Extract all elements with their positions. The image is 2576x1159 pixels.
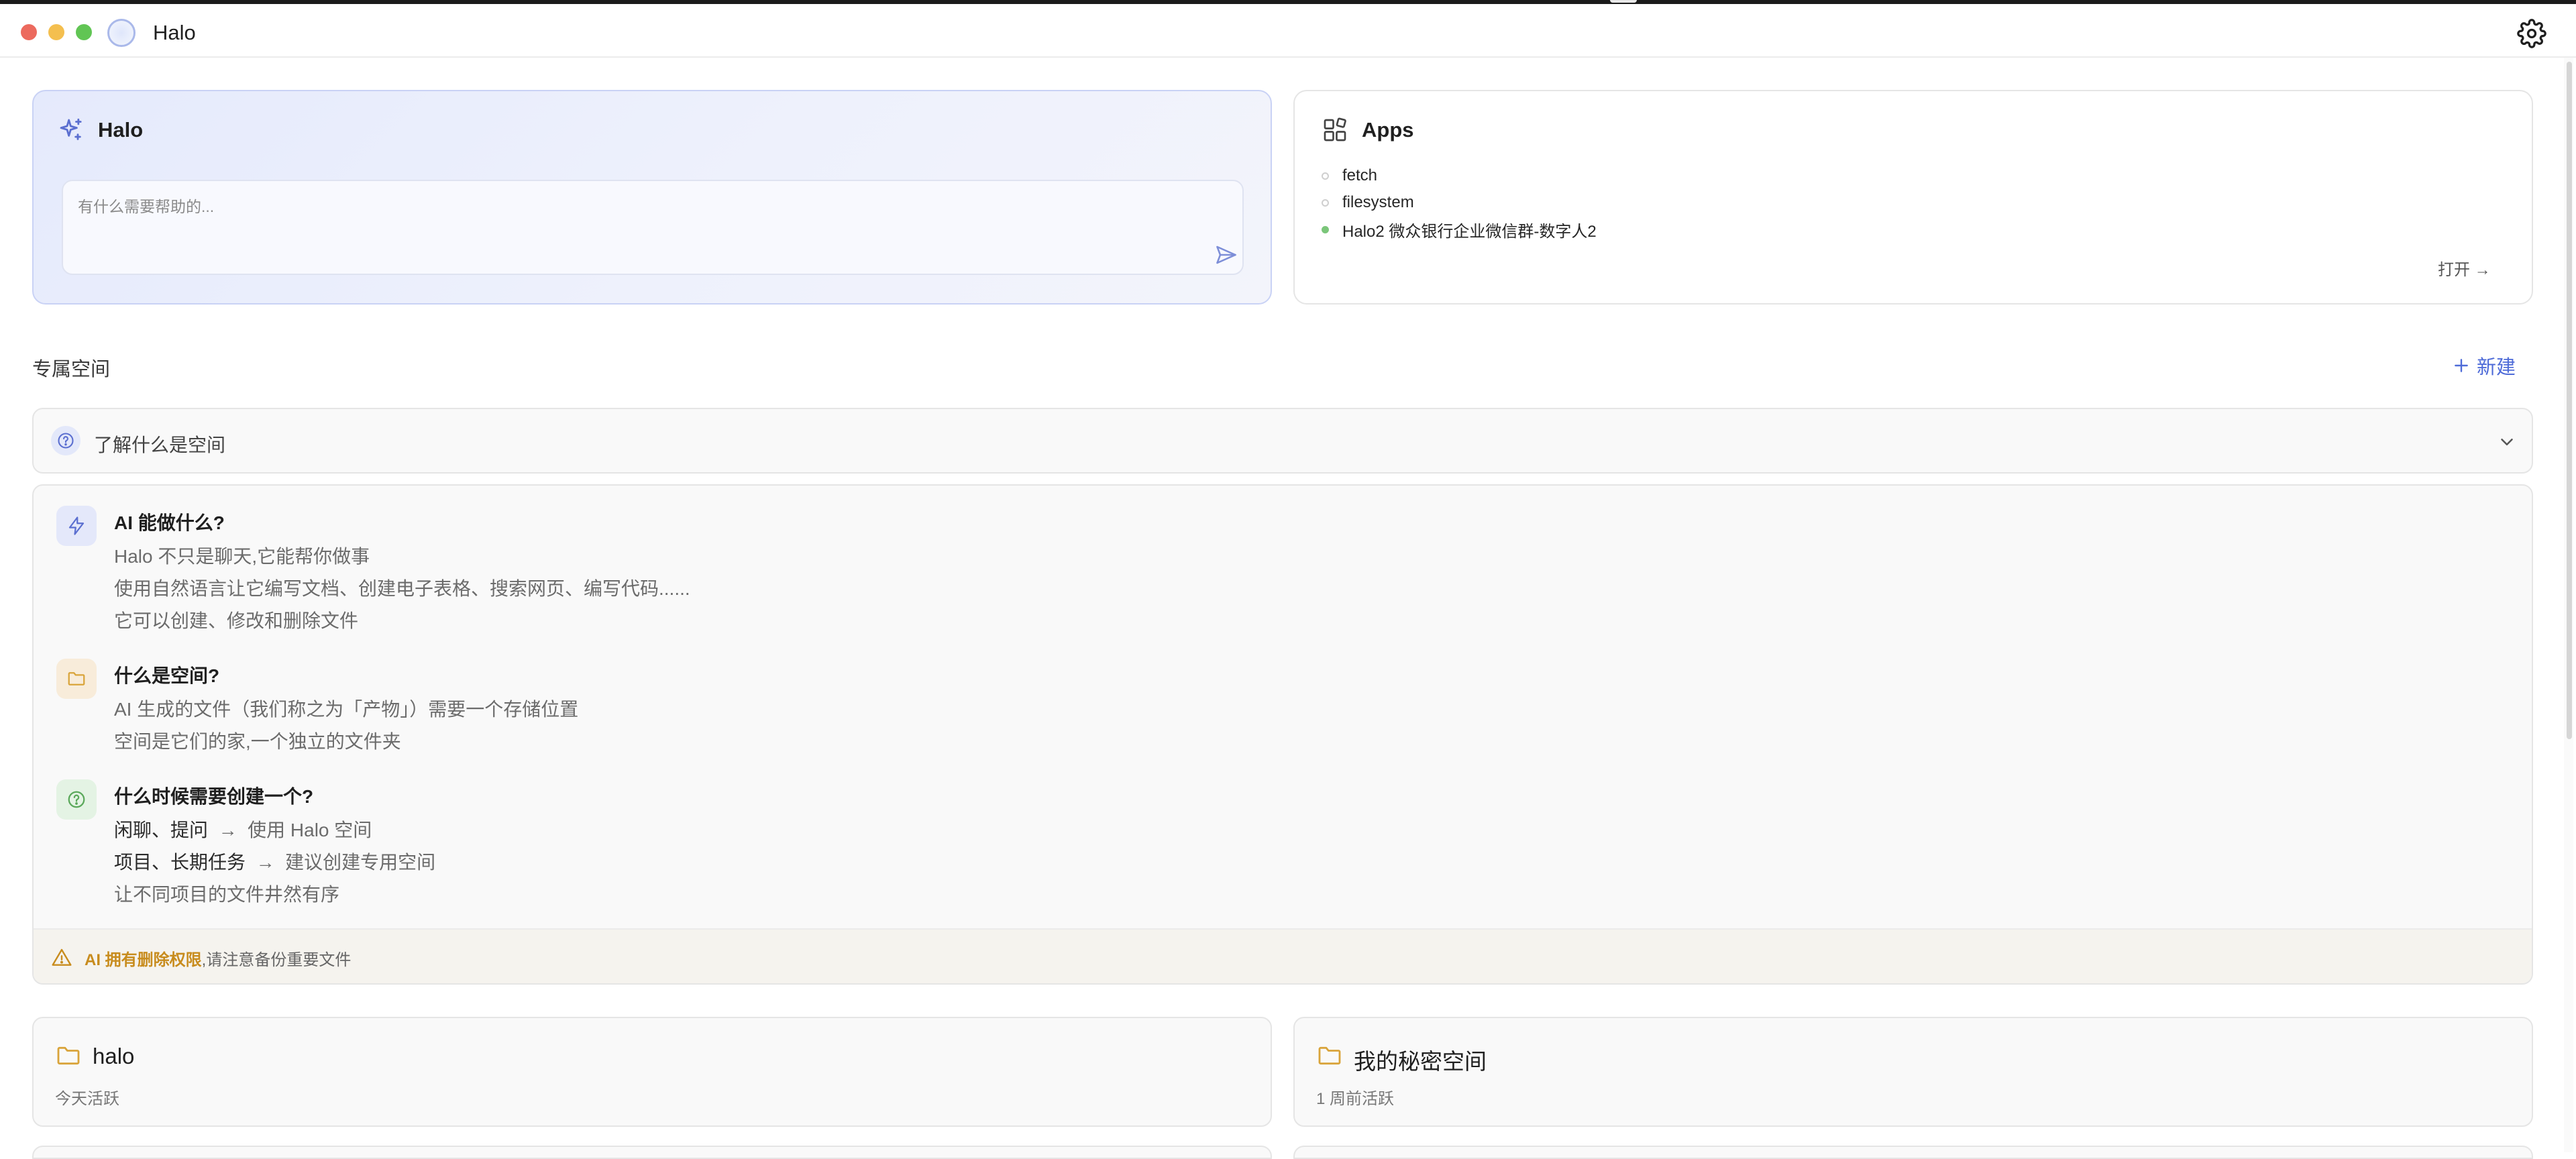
apps-card: Apps fetch filesystem Halo2 微众银行企业微信群-数字… — [1293, 90, 2533, 305]
send-icon[interactable] — [1214, 243, 1238, 267]
warning-triangle-icon — [52, 948, 72, 966]
info-title: 什么是空间? — [114, 665, 220, 686]
space-card-partial[interactable] — [32, 1146, 1272, 1159]
status-dot-active — [1322, 225, 1329, 233]
scrollbar-thumb[interactable] — [2567, 62, 2572, 739]
help-circle-icon — [51, 426, 80, 455]
info-line: 项目、长期任务 → 建议创建专用空间 — [114, 848, 435, 875]
app-item-halo2[interactable]: Halo2 微众银行企业微信群-数字人2 — [1322, 216, 1597, 243]
warning-strong-text: AI 拥有删除权限 — [85, 950, 202, 969]
apps-grid-icon — [1324, 117, 1346, 142]
apps-card-title: Apps — [1362, 118, 1414, 142]
chat-input-box[interactable] — [62, 180, 1244, 275]
folder-icon — [57, 1046, 80, 1065]
info-line-strong: 闲聊、提问 — [114, 820, 209, 840]
app-item-label: filesystem — [1342, 193, 1414, 211]
halo-chat-card: Halo — [32, 90, 1272, 305]
apps-list: fetch filesystem Halo2 微众银行企业微信群-数字人2 — [1322, 162, 1597, 243]
space-name: 我的秘密空间 — [1354, 1049, 1487, 1074]
open-apps-link[interactable]: 打开 → — [2438, 256, 2491, 280]
info-line-strong: 项目、长期任务 — [114, 852, 246, 873]
folder-icon — [1318, 1046, 1341, 1065]
plus-icon — [2455, 359, 2468, 372]
accordion-label: 了解什么是空间 — [94, 435, 226, 455]
gear-icon[interactable] — [2517, 19, 2546, 48]
info-title: AI 能做什么? — [114, 512, 225, 533]
folder-icon — [56, 659, 97, 699]
chevron-down-icon — [2501, 439, 2513, 445]
app-logo-icon — [107, 19, 136, 47]
info-line: Halo 不只是聊天,它能帮你做事 — [114, 546, 370, 567]
info-line-rest: 使用 Halo 空间 — [248, 820, 372, 840]
info-line: 使用自然语言让它编写文档、创建电子表格、搜索网页、编写代码...... — [114, 578, 690, 599]
app-item-label: Halo2 微众银行企业微信群-数字人2 — [1342, 222, 1597, 241]
sparkles-icon — [60, 118, 82, 140]
space-card-secret[interactable]: 我的秘密空间 1 周前活跃 — [1293, 1017, 2533, 1127]
space-name: halo — [93, 1044, 135, 1068]
info-line: 让不同项目的文件井然有序 — [114, 884, 340, 905]
space-card-partial[interactable] — [1293, 1146, 2533, 1159]
arrow-right-icon: → — [256, 852, 275, 873]
help-circle-icon — [56, 779, 97, 820]
halo-card-title: Halo — [98, 118, 144, 142]
space-info-panel: AI 能做什么? Halo 不只是聊天,它能帮你做事 使用自然语言让它编写文档、… — [32, 484, 2533, 985]
lightning-icon — [56, 506, 97, 546]
status-dot — [1322, 199, 1329, 207]
info-line-rest: 建议创建专用空间 — [285, 852, 436, 873]
app-item-filesystem[interactable]: filesystem — [1322, 189, 1597, 216]
app-item-fetch[interactable]: fetch — [1322, 162, 1597, 189]
title-bar: Halo — [0, 4, 2576, 58]
minimize-window-button[interactable] — [48, 24, 64, 40]
new-space-label: 新建 — [2477, 357, 2516, 378]
space-activity: 1 周前活跃 — [1316, 1090, 1395, 1108]
space-activity: 今天活跃 — [55, 1090, 119, 1108]
status-dot — [1322, 172, 1329, 180]
arrow-right-icon: → — [218, 820, 237, 840]
what-is-space-accordion[interactable]: 了解什么是空间 — [32, 408, 2533, 474]
open-apps-label: 打开 → — [2438, 261, 2491, 279]
app-item-label: fetch — [1342, 166, 1378, 184]
info-line: 空间是它们的家,一个独立的文件夹 — [114, 731, 401, 752]
camera-notch — [1610, 0, 1637, 3]
delete-permission-warning: AI 拥有删除权限 ,请注意备份重要文件 — [34, 928, 2532, 983]
warning-text: ,请注意备份重要文件 — [201, 950, 352, 969]
zoom-window-button[interactable] — [76, 24, 92, 40]
info-line: AI 生成的文件（我们称之为「产物」）需要一个存储位置 — [114, 699, 579, 720]
close-window-button[interactable] — [21, 24, 37, 40]
new-space-button[interactable]: 新建 — [2453, 351, 2516, 380]
chat-input[interactable] — [78, 193, 1151, 220]
spaces-section-title: 专属空间 — [32, 359, 111, 380]
info-line: 它可以创建、修改和删除文件 — [114, 610, 359, 631]
info-title: 什么时候需要创建一个? — [114, 786, 314, 807]
window-title: Halo — [153, 21, 196, 44]
info-line: 闲聊、提问 → 使用 Halo 空间 — [114, 816, 372, 842]
space-card-halo[interactable]: halo 今天活跃 — [32, 1017, 1272, 1127]
